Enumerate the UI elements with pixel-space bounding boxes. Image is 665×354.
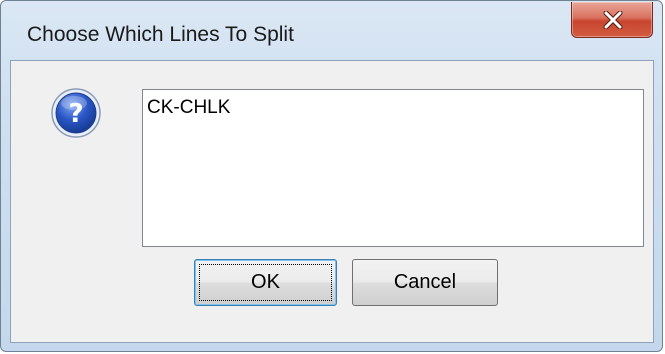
cancel-button[interactable]: Cancel — [352, 259, 498, 306]
list-item[interactable]: CK-CHLK — [147, 97, 230, 119]
dialog-body: ? CK-CHLK OK Cancel — [10, 60, 654, 343]
svg-text:?: ? — [68, 99, 83, 129]
close-icon — [603, 11, 623, 29]
question-icon: ? — [51, 88, 101, 138]
title-bar[interactable]: Choose Which Lines To Split — [1, 1, 662, 59]
lines-list[interactable]: CK-CHLK — [142, 89, 644, 247]
close-button[interactable] — [571, 2, 653, 38]
dialog-window: Choose Which Lines To Split ? CK-CHLK OK… — [0, 0, 663, 352]
focus-indicator — [199, 264, 332, 301]
ok-button[interactable]: OK — [194, 259, 337, 306]
cancel-button-label: Cancel — [393, 271, 457, 293]
window-title: Choose Which Lines To Split — [27, 23, 294, 46]
